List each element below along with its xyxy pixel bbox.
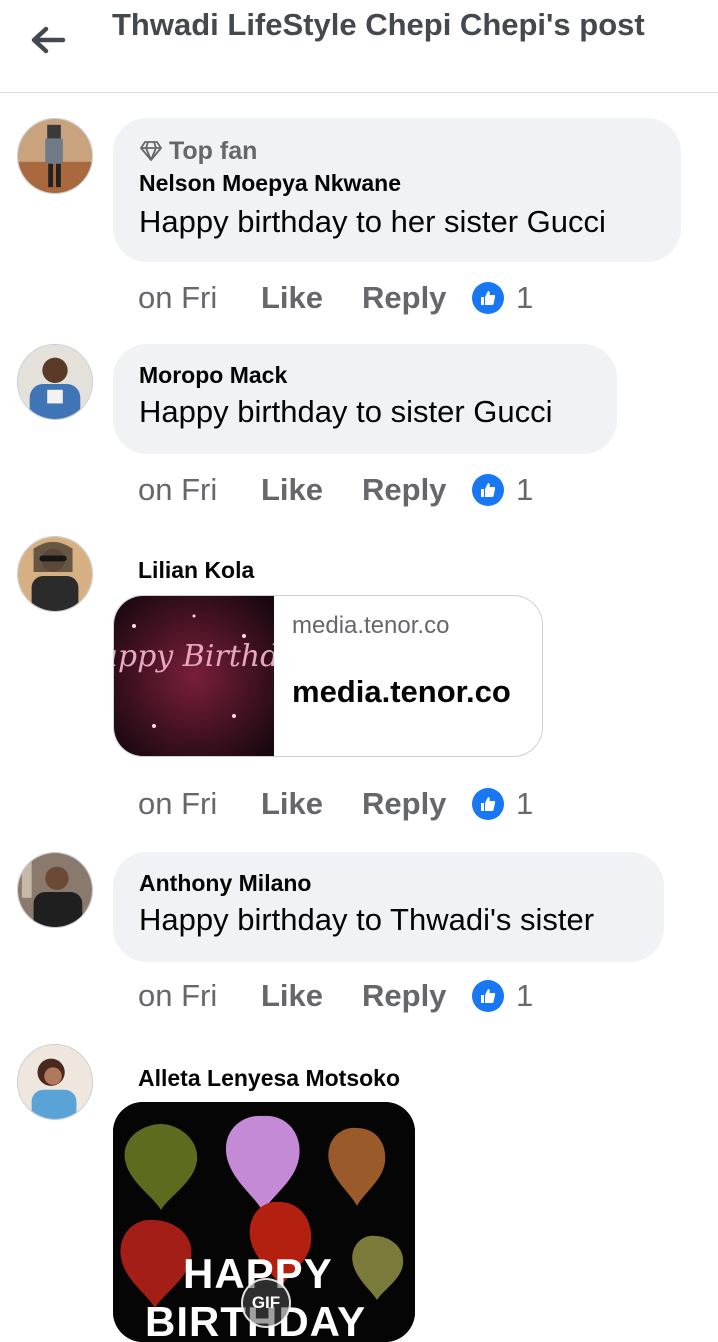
comment-author[interactable]: Anthony Milano (139, 868, 638, 898)
comment-text: Happy birthday to Thwadi's sister (139, 902, 595, 937)
comment-time[interactable]: on Fri (138, 280, 261, 316)
page-title: Thwadi LifeStyle Chepi Chepi's post (112, 7, 645, 42)
reaction-number: 1 (516, 786, 534, 821)
like-button[interactable]: Like (261, 472, 362, 508)
reaction-count[interactable]: 1 (472, 472, 533, 508)
reaction-count[interactable]: 1 (472, 786, 533, 822)
comment-time[interactable]: on Fri (138, 786, 261, 822)
link-domain: media.tenor.co (292, 612, 450, 639)
avatar-photo (18, 537, 92, 611)
reply-button[interactable]: Reply (362, 786, 472, 822)
reaction-number: 1 (516, 978, 534, 1013)
link-thumbnail: Happy Birthday (114, 596, 274, 756)
comment-bubble[interactable]: Moropo Mack Happy birthday to sister Guc… (113, 344, 617, 454)
comment-author[interactable]: Alleta Lenyesa Motsoko (138, 1063, 400, 1093)
back-arrow-icon (31, 26, 66, 54)
avatar-photo (18, 1045, 92, 1119)
top-bar: Thwadi LifeStyle Chepi Chepi's post (0, 0, 718, 93)
comment-actions: on Fri Like Reply 1 (138, 470, 533, 510)
avatar-photo (18, 345, 92, 419)
avatar[interactable] (17, 344, 93, 420)
comment-actions: on Fri Like Reply 1 (138, 976, 533, 1016)
comment-author[interactable]: Lilian Kola (138, 555, 254, 585)
gif-play-badge[interactable]: GIF (241, 1278, 291, 1328)
like-reaction-icon (472, 980, 504, 1012)
like-reaction-icon (472, 282, 504, 314)
thumbnail-caption: Happy Birthday (114, 639, 274, 674)
avatar-photo (18, 853, 92, 927)
like-button[interactable]: Like (261, 978, 362, 1014)
like-reaction-icon (472, 788, 504, 820)
link-title: media.tenor.co (292, 674, 511, 709)
top-fan-badge: Top fan (139, 136, 655, 166)
avatar[interactable] (17, 852, 93, 928)
comment-text: Happy birthday to sister Gucci (139, 394, 553, 429)
comment-time[interactable]: on Fri (138, 978, 261, 1014)
reaction-number: 1 (516, 472, 534, 507)
reply-button[interactable]: Reply (362, 280, 472, 316)
avatar[interactable] (17, 536, 93, 612)
like-reaction-icon (472, 474, 504, 506)
avatar[interactable] (17, 1044, 93, 1120)
reaction-count[interactable]: 1 (472, 978, 533, 1014)
comment-bubble[interactable]: Anthony Milano Happy birthday to Thwadi'… (113, 852, 664, 962)
gif-attachment[interactable]: HAPPY BIRTHDAY GIF (113, 1102, 415, 1342)
comment-text: Happy birthday to her sister Gucci (139, 204, 606, 239)
comment-actions: on Fri Like Reply 1 (138, 278, 533, 318)
back-button[interactable] (26, 20, 70, 60)
reply-button[interactable]: Reply (362, 472, 472, 508)
reaction-number: 1 (516, 280, 534, 315)
diamond-icon (140, 141, 162, 161)
comment-author[interactable]: Moropo Mack (139, 360, 591, 390)
reaction-count[interactable]: 1 (472, 280, 533, 316)
comment-author[interactable]: Nelson Moepya Nkwane (139, 168, 655, 198)
like-button[interactable]: Like (261, 786, 362, 822)
comment-bubble[interactable]: Top fan Nelson Moepya Nkwane Happy birth… (113, 118, 681, 262)
comment-time[interactable]: on Fri (138, 472, 261, 508)
like-button[interactable]: Like (261, 280, 362, 316)
link-preview[interactable]: Happy Birthday media.tenor.co media.teno… (113, 595, 543, 757)
comment-actions: on Fri Like Reply 1 (138, 784, 533, 824)
avatar[interactable] (17, 118, 93, 194)
reply-button[interactable]: Reply (362, 978, 472, 1014)
avatar-photo (18, 119, 92, 193)
badge-label: Top fan (169, 137, 258, 165)
